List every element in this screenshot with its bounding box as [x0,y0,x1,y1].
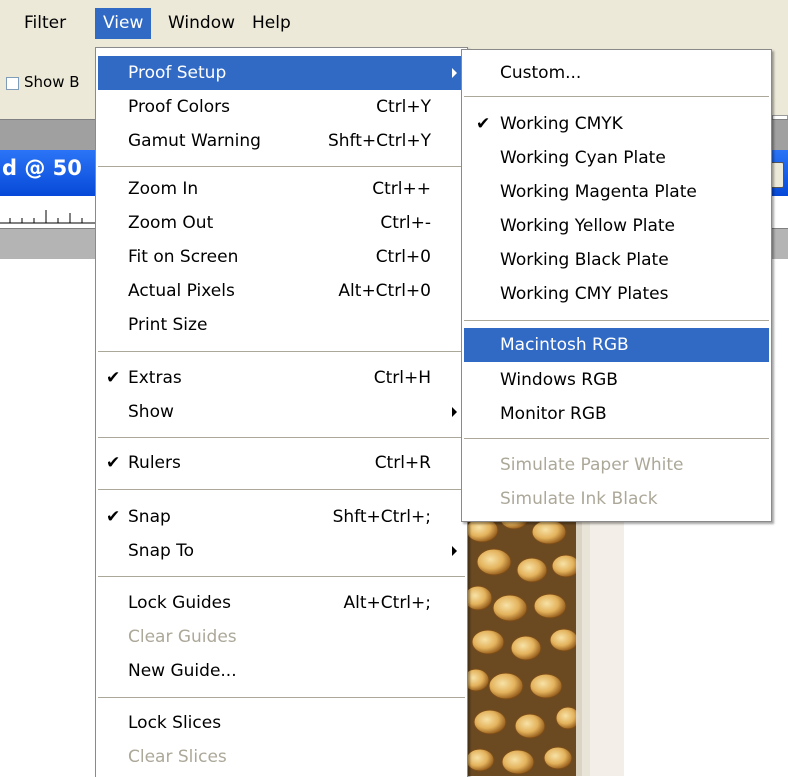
menu-item-shortcut: Ctrl+Y [376,97,431,117]
menu-item-shortcut: Ctrl++ [372,179,431,199]
menu-item-label: New Guide... [128,661,237,681]
submenu-arrow-icon [452,407,457,417]
menu-item-actual-pixels[interactable]: Actual Pixels Alt+Ctrl+0 [98,274,465,308]
menu-item-clear-slices[interactable]: Clear Slices [98,740,465,774]
menu-item-clear-guides[interactable]: Clear Guides [98,620,465,654]
peanuts-bag-image [464,500,624,776]
menu-item-shortcut: Ctrl+0 [375,247,431,267]
menu-item-label: Lock Slices [128,713,222,733]
menu-item-simulate-ink-black[interactable]: Simulate Ink Black [464,482,769,516]
menu-item-gamut-warning[interactable]: Gamut Warning Shft+Ctrl+Y [98,124,465,158]
checkmark-icon: ✔ [476,114,491,134]
view-menu: Proof Setup Proof Colors Ctrl+Y Gamut Wa… [95,47,468,777]
menu-item-print-size[interactable]: Print Size [98,308,465,342]
menu-item-label: Working CMY Plates [500,284,669,304]
menu-item-new-guide[interactable]: New Guide... [98,654,465,688]
checkmark-icon: ✔ [106,368,121,388]
menu-item-label: Rulers [128,453,181,473]
menubar-filter[interactable]: Filter [16,8,74,39]
submenu-arrow-icon [452,546,457,556]
menu-item-working-yellow-plate[interactable]: Working Yellow Plate [464,209,769,243]
menu-item-lock-slices[interactable]: Lock Slices [98,706,465,740]
menu-item-label: Print Size [128,315,208,335]
menu-item-snap[interactable]: ✔ Snap Shft+Ctrl+; [98,500,465,534]
menu-item-label: Custom... [500,63,582,83]
menu-item-lock-guides[interactable]: Lock Guides Alt+Ctrl+; [98,586,465,620]
menu-item-label: Snap To [128,541,195,561]
menubar-help[interactable]: Help [244,8,299,39]
menu-item-shortcut: Alt+Ctrl+; [343,593,431,613]
menu-item-label: Macintosh RGB [500,335,629,355]
menu-item-macintosh-rgb[interactable]: Macintosh RGB [464,328,769,362]
proof-setup-submenu: Custom... ✔ Working CMYK Working Cyan Pl… [461,49,772,522]
menu-item-shortcut: Ctrl+H [373,368,431,388]
menu-item-working-magenta-plate[interactable]: Working Magenta Plate [464,175,769,209]
menu-item-shortcut: Shft+Ctrl+Y [327,131,431,151]
menu-item-windows-rgb[interactable]: Windows RGB [464,363,769,397]
menu-item-label: Show [128,402,174,422]
menu-item-shortcut: Alt+Ctrl+0 [338,281,431,301]
menu-item-working-black-plate[interactable]: Working Black Plate [464,243,769,277]
menu-item-label: Monitor RGB [500,404,607,424]
menu-item-label: Windows RGB [500,370,618,390]
menu-item-zoom-in[interactable]: Zoom In Ctrl++ [98,172,465,206]
menu-separator [98,576,465,577]
menubar-view[interactable]: View [95,8,152,39]
menu-item-label: Zoom Out [128,213,214,233]
menu-item-label: Working Black Plate [500,250,669,270]
menu-separator [464,96,769,97]
checkmark-icon: ✔ [106,453,121,473]
menu-item-monitor-rgb[interactable]: Monitor RGB [464,397,769,431]
menu-separator [98,166,465,167]
menu-item-show[interactable]: Show [98,395,465,429]
menu-item-label: Proof Colors [128,97,230,117]
menu-item-label: Simulate Ink Black [500,489,658,509]
menu-item-proof-colors[interactable]: Proof Colors Ctrl+Y [98,90,465,124]
menu-item-fit-on-screen[interactable]: Fit on Screen Ctrl+0 [98,240,465,274]
menu-item-rulers[interactable]: ✔ Rulers Ctrl+R [98,446,465,480]
menu-item-label: Working CMYK [500,114,623,134]
menu-item-label: Gamut Warning [128,131,261,151]
menu-item-shortcut: Ctrl+R [374,453,431,473]
menu-item-label: Working Cyan Plate [500,148,666,168]
menu-item-extras[interactable]: ✔ Extras Ctrl+H [98,361,465,395]
menu-item-snap-to[interactable]: Snap To [98,534,465,568]
menu-item-label: Clear Guides [128,627,237,647]
menu-item-shortcut: Shft+Ctrl+; [332,507,431,527]
menu-separator [98,351,465,352]
menu-item-label: Clear Slices [128,747,227,767]
show-bounding-label: Show B [24,73,80,91]
submenu-arrow-icon [452,68,457,78]
menu-separator [98,697,465,698]
menu-item-simulate-paper-white[interactable]: Simulate Paper White [464,448,769,482]
checkmark-icon: ✔ [106,507,121,527]
menu-item-custom[interactable]: Custom... [464,56,769,90]
menu-separator [464,320,769,321]
menu-item-proof-setup[interactable]: Proof Setup [98,56,465,90]
menu-separator [98,437,465,438]
menu-item-label: Zoom In [128,179,199,199]
menu-item-label: Proof Setup [128,63,227,83]
menu-item-working-cmyk[interactable]: ✔ Working CMYK [464,107,769,141]
ruler-ticks [0,210,100,224]
menu-item-label: Lock Guides [128,593,231,613]
menu-item-label: Simulate Paper White [500,455,684,475]
menu-separator [98,489,465,490]
menu-bar: Filter View Window Help [0,0,788,48]
menu-item-label: Snap [128,507,171,527]
menu-item-label: Actual Pixels [128,281,235,301]
menu-separator [464,438,769,439]
menu-item-shortcut: Ctrl+- [380,213,431,233]
menu-item-zoom-out[interactable]: Zoom Out Ctrl+- [98,206,465,240]
menubar-window[interactable]: Window [160,8,243,39]
menu-item-working-cyan-plate[interactable]: Working Cyan Plate [464,141,769,175]
menu-item-label: Extras [128,368,182,388]
menu-item-label: Working Magenta Plate [500,182,697,202]
menu-item-label: Fit on Screen [128,247,239,267]
document-title: d @ 50 [2,156,82,180]
show-bounding-checkbox[interactable] [6,77,19,90]
menu-item-working-cmy-plates[interactable]: Working CMY Plates [464,277,769,311]
menu-item-label: Working Yellow Plate [500,216,675,236]
